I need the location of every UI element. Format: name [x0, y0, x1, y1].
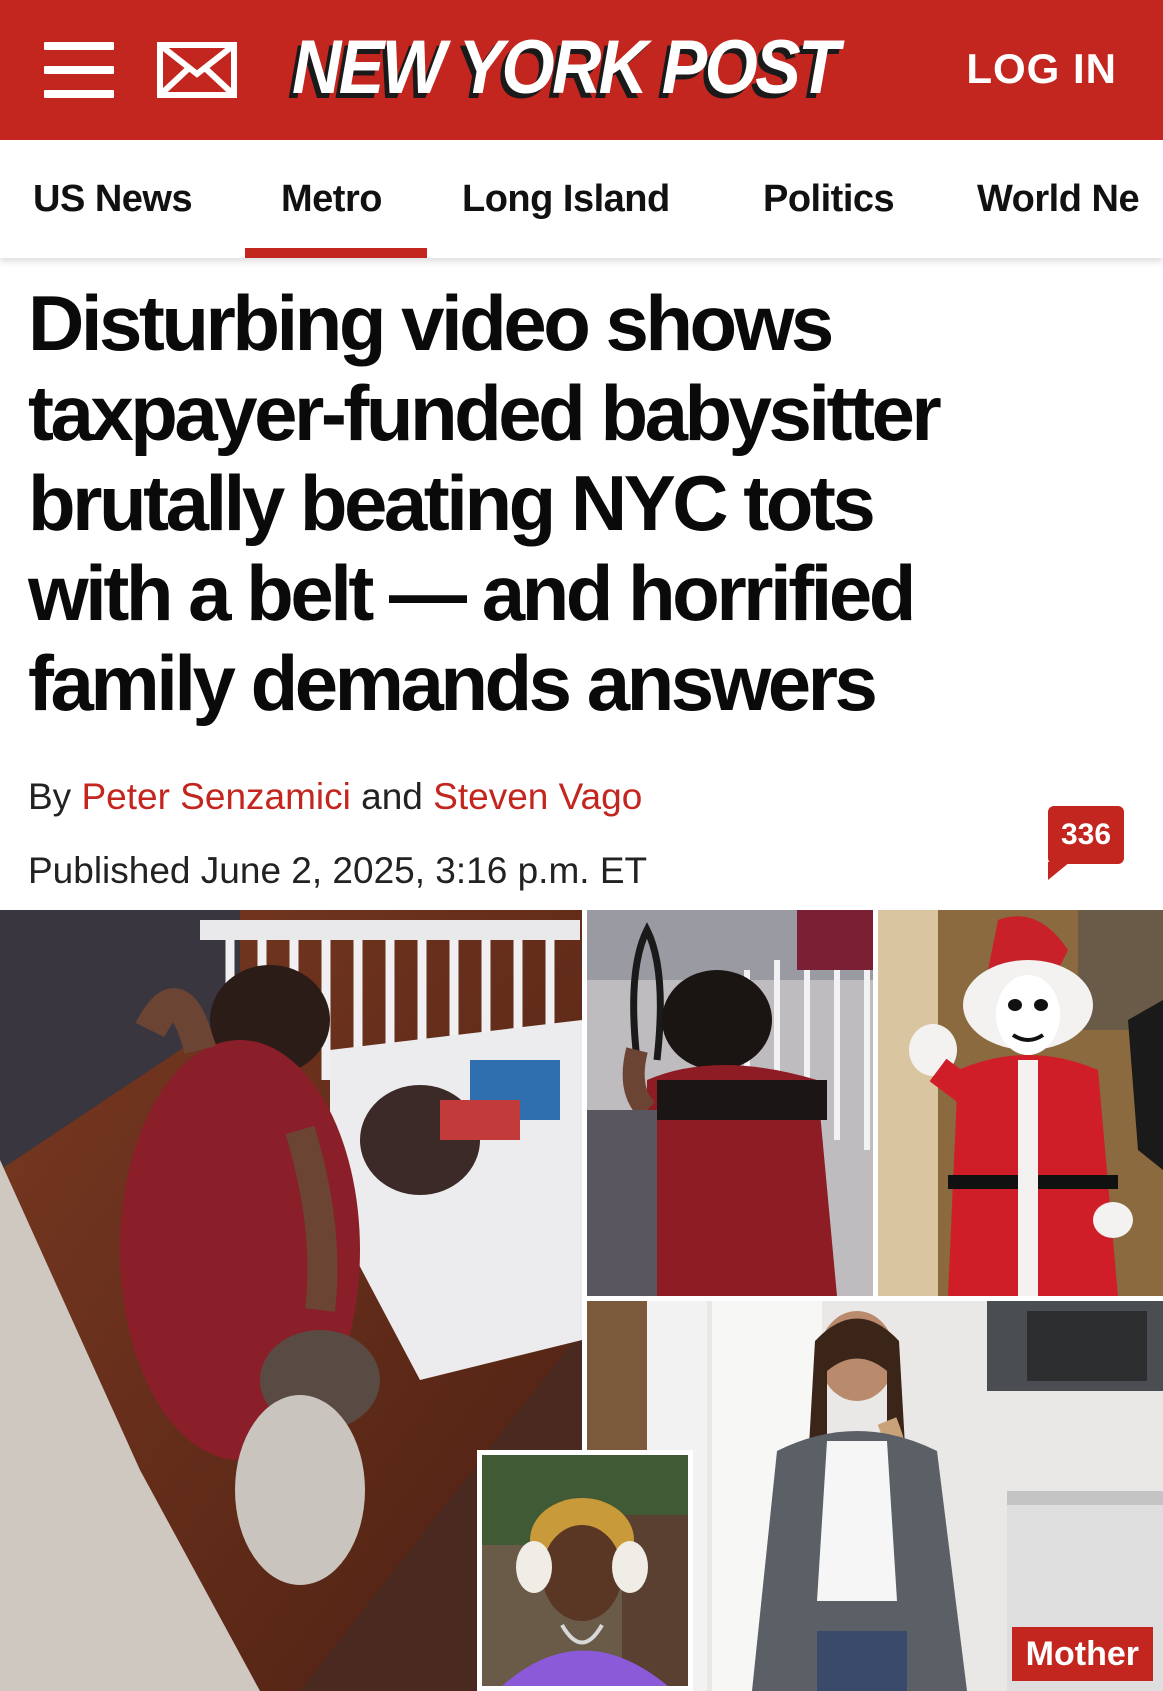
- article-headline: Disturbing video shows taxpayer-funded b…: [28, 278, 1138, 728]
- byline: By Peter Senzamici and Steven Vago: [28, 772, 642, 822]
- article-page: NEW YORK POST LOG IN US News Metro Long …: [0, 0, 1163, 1691]
- site-logo[interactable]: NEW YORK POST: [292, 18, 840, 118]
- envelope-icon[interactable]: [157, 42, 237, 98]
- publish-date: Published June 2, 2025, 3:16 p.m. ET: [28, 850, 648, 891]
- belt-photo[interactable]: [587, 910, 873, 1296]
- login-button[interactable]: LOG IN: [966, 40, 1117, 98]
- comment-count: 336: [1060, 818, 1112, 851]
- babysitter-inset-photo[interactable]: [477, 1450, 693, 1691]
- headline-line: brutally beating NYC tots: [28, 459, 876, 547]
- byline-and: and: [350, 776, 434, 817]
- nav-item-long-island[interactable]: Long Island: [462, 140, 670, 258]
- nav-item-us-news[interactable]: US News: [33, 140, 193, 258]
- headline-line: taxpayer-funded babysitter: [28, 369, 942, 457]
- section-nav: US News Metro Long Island Politics World…: [0, 140, 1163, 258]
- headline-line: family demands answers: [28, 639, 878, 727]
- site-header: NEW YORK POST LOG IN: [0, 0, 1163, 140]
- nav-item-politics[interactable]: Politics: [763, 140, 895, 258]
- author-link[interactable]: Steven Vago: [433, 776, 642, 817]
- hamburger-menu-icon[interactable]: [44, 42, 114, 98]
- headline-line: Disturbing video shows: [28, 279, 834, 367]
- photo-collage: Mother: [0, 910, 1163, 1691]
- clown-photo[interactable]: [878, 910, 1163, 1296]
- comment-count-button[interactable]: 336: [1048, 806, 1124, 880]
- byline-prefix: By: [28, 776, 82, 817]
- nav-item-world-news[interactable]: World Ne: [977, 140, 1140, 258]
- photo-caption: Mother: [1011, 1627, 1153, 1681]
- author-link[interactable]: Peter Senzamici: [81, 776, 350, 817]
- headline-line: with a belt — and horrified: [28, 549, 916, 637]
- active-tab-indicator: [245, 248, 427, 258]
- nav-item-metro[interactable]: Metro: [281, 140, 382, 258]
